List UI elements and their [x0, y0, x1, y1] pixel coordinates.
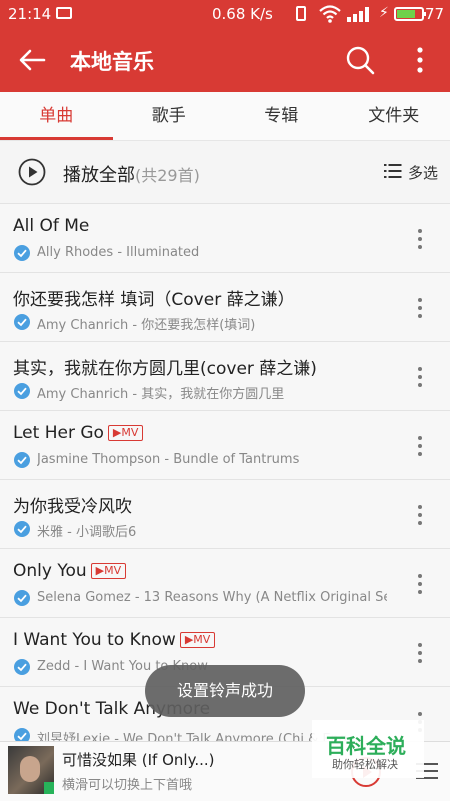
song-row[interactable]: 为你我受冷风吹 米雅 - 小调歌后6 — [0, 480, 450, 549]
song-subtitle: Amy Chanrich - 其实，我就在你方圆几里 — [37, 383, 387, 402]
tab-folders[interactable]: 文件夹 — [338, 92, 450, 140]
watermark-subtitle: 助你轻松解决 — [332, 756, 398, 772]
more-vertical-icon[interactable] — [414, 504, 426, 526]
list-icon[interactable] — [384, 163, 402, 179]
song-count: (共29首) — [135, 166, 200, 185]
song-subtitle: Selena Gomez - 13 Reasons Why (A Netflix… — [37, 590, 387, 605]
tab-bar: 单曲 歌手 专辑 文件夹 — [0, 92, 450, 141]
battery-icon — [394, 7, 424, 21]
more-vertical-icon[interactable] — [408, 44, 432, 76]
mv-badge[interactable]: ▶MV — [91, 563, 126, 579]
mv-badge-label: MV — [193, 633, 210, 646]
more-vertical-icon[interactable] — [414, 573, 426, 595]
network-speed: 0.68 K/s — [212, 5, 273, 23]
wifi-icon — [318, 4, 342, 24]
song-title: 你还要我怎样 填词（Cover 薛之谦） — [13, 285, 295, 310]
tab-artists[interactable]: 歌手 — [113, 92, 226, 140]
song-title-text: 你还要我怎样 填词（Cover 薛之谦） — [13, 290, 295, 310]
song-subtitle: Amy Chanrich - 你还要我怎样(填词) — [37, 314, 387, 333]
more-vertical-icon[interactable] — [414, 228, 426, 250]
song-title-text: Let Her Go — [13, 423, 104, 443]
album-cover[interactable] — [8, 746, 54, 794]
app-bar: 本地音乐 — [0, 28, 450, 92]
battery-percent: 77 — [425, 5, 444, 23]
play-circle-icon[interactable] — [18, 158, 46, 186]
song-subtitle: Jasmine Thompson - Bundle of Tantrums — [37, 452, 387, 467]
search-icon[interactable] — [344, 44, 376, 76]
more-vertical-icon[interactable] — [414, 435, 426, 457]
mv-badge-label: MV — [121, 426, 138, 439]
status-bar: 21:14 0.68 K/s ⚡ 77 — [0, 0, 450, 28]
watermark-title: 百科全说 — [326, 730, 406, 759]
song-subtitle: Ally Rhodes - Illuminated — [37, 245, 387, 260]
tab-songs[interactable]: 单曲 — [0, 92, 113, 140]
more-vertical-icon[interactable] — [414, 297, 426, 319]
mv-badge[interactable]: ▶MV — [180, 632, 215, 648]
song-title-text: 为你我受冷风吹 — [13, 497, 132, 517]
downloaded-check-icon — [14, 659, 30, 675]
mv-badge[interactable]: ▶MV — [108, 425, 143, 441]
play-all-label[interactable]: 播放全部(共29首) — [63, 161, 200, 187]
song-title: Only You▶MV — [13, 561, 126, 581]
song-title-text: All Of Me — [13, 216, 89, 236]
vibrate-icon — [296, 6, 306, 21]
downloaded-check-icon — [14, 245, 30, 261]
battery-level — [397, 10, 415, 18]
song-title: All Of Me — [13, 216, 89, 236]
song-title: I Want You to Know▶MV — [13, 630, 215, 650]
downloaded-check-icon — [14, 383, 30, 399]
status-time: 21:14 — [8, 5, 51, 23]
downloaded-check-icon — [14, 314, 30, 330]
song-title-text: Only You — [13, 561, 87, 581]
song-row[interactable]: 其实，我就在你方圆几里(cover 薛之谦) Amy Chanrich - 其实… — [0, 342, 450, 411]
watermark-logo: 百科全说 助你轻松解决 — [312, 720, 424, 778]
page-title: 本地音乐 — [70, 46, 154, 76]
toast-message: 设置铃声成功 — [145, 665, 305, 717]
tab-albums[interactable]: 专辑 — [225, 92, 338, 140]
multi-select-button[interactable]: 多选 — [408, 162, 438, 183]
song-title: 其实，我就在你方圆几里(cover 薛之谦) — [13, 354, 317, 379]
now-playing-title: 可惜没如果 (If Only...) — [62, 749, 214, 770]
song-title-text: 其实，我就在你方圆几里(cover 薛之谦) — [13, 359, 317, 379]
song-title: 为你我受冷风吹 — [13, 492, 132, 517]
song-row[interactable]: Only You▶MV Selena Gomez - 13 Reasons Wh… — [0, 549, 450, 618]
song-subtitle: 米雅 - 小调歌后6 — [37, 521, 387, 540]
arrow-left-icon[interactable] — [16, 44, 48, 76]
message-icon — [56, 7, 72, 19]
mv-badge-label: MV — [104, 564, 121, 577]
play-all-text: 播放全部 — [63, 165, 135, 186]
downloaded-check-icon — [14, 452, 30, 468]
song-title-text: I Want You to Know — [13, 630, 176, 650]
downloaded-check-icon — [14, 590, 30, 606]
song-row[interactable]: Let Her Go▶MV Jasmine Thompson - Bundle … — [0, 411, 450, 480]
now-playing-hint: 横滑可以切换上下首哦 — [62, 774, 192, 793]
downloaded-check-icon — [14, 521, 30, 537]
charging-icon: ⚡ — [379, 5, 389, 21]
play-all-row[interactable]: 播放全部(共29首) 多选 — [0, 141, 450, 204]
song-row[interactable]: All Of Me Ally Rhodes - Illuminated — [0, 204, 450, 273]
song-title: Let Her Go▶MV — [13, 423, 143, 443]
signal-icon — [347, 6, 373, 22]
more-vertical-icon[interactable] — [414, 642, 426, 664]
more-vertical-icon[interactable] — [414, 366, 426, 388]
song-row[interactable]: 你还要我怎样 填词（Cover 薛之谦） Amy Chanrich - 你还要我… — [0, 273, 450, 342]
